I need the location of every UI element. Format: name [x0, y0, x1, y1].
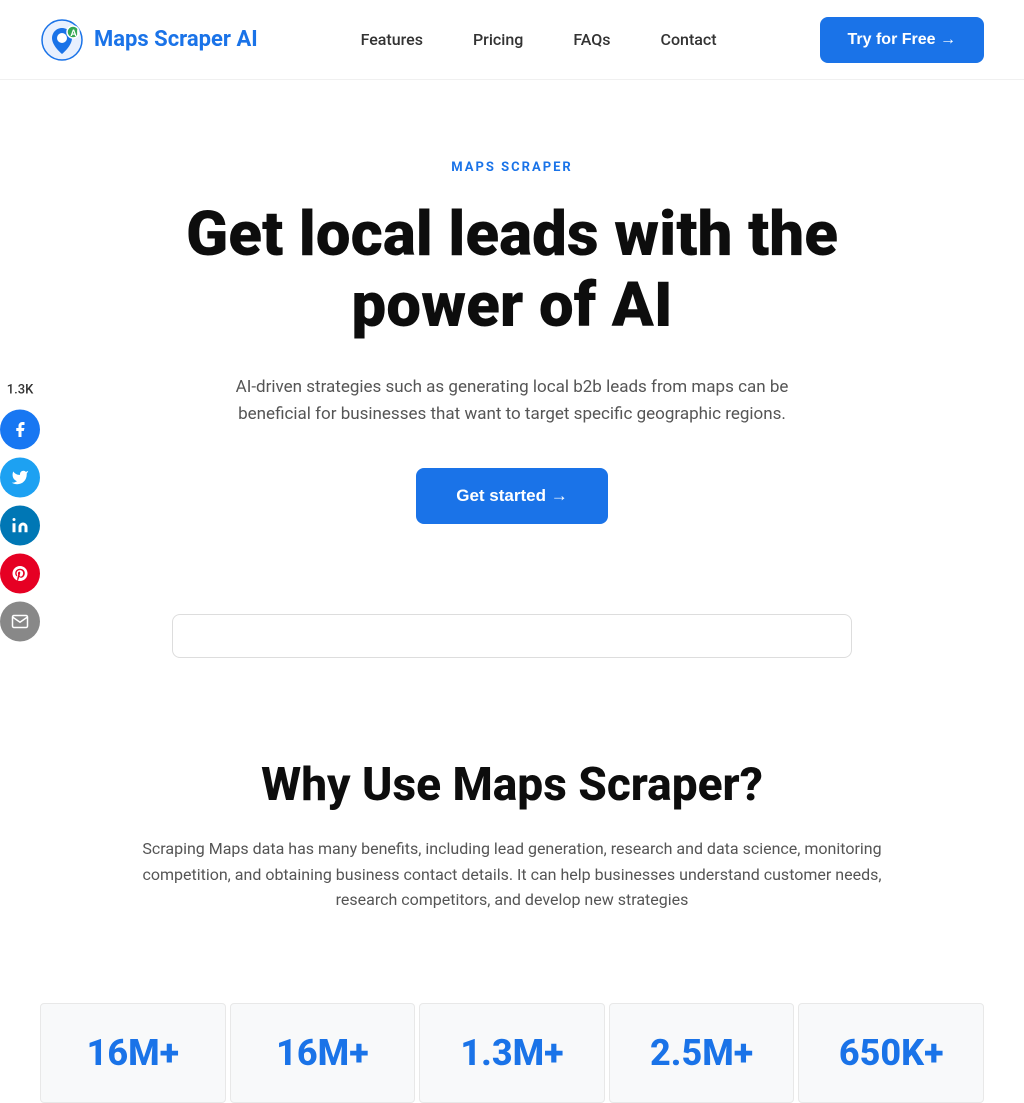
nav-faqs[interactable]: FAQs: [573, 30, 610, 49]
facebook-icon: [11, 421, 29, 439]
email-icon: [11, 613, 29, 631]
linkedin-icon: [11, 517, 29, 535]
get-started-button[interactable]: Get started →: [416, 468, 607, 524]
stat-number-3: 2.5M+: [630, 1032, 774, 1074]
why-title: Why Use Maps Scraper?: [40, 758, 984, 812]
stat-card-0: 16M+: [40, 1003, 226, 1103]
nav-logo[interactable]: AI Maps Scraper AI: [40, 18, 258, 62]
hero-title: Get local leads with the power of AI: [162, 199, 862, 342]
stat-card-2: 1.3M+: [419, 1003, 605, 1103]
stat-card-1: 16M+: [230, 1003, 416, 1103]
hero-subtitle: AI-driven strategies such as generating …: [212, 374, 812, 428]
social-sidebar: 1.3K: [0, 375, 40, 650]
nav-features[interactable]: Features: [361, 30, 423, 49]
why-section: Why Use Maps Scraper? Scraping Maps data…: [0, 678, 1024, 1003]
nav-contact[interactable]: Contact: [661, 30, 717, 49]
hero-badge: MAPS SCRAPER: [40, 160, 984, 175]
social-count: 1.3K: [7, 383, 34, 398]
stat-number-1: 16M+: [251, 1032, 395, 1074]
linkedin-share-button[interactable]: [0, 506, 40, 546]
facebook-share-button[interactable]: [0, 410, 40, 450]
stat-number-2: 1.3M+: [440, 1032, 584, 1074]
why-subtitle: Scraping Maps data has many benefits, in…: [112, 836, 912, 913]
twitter-icon: [11, 469, 29, 487]
try-for-free-button[interactable]: Try for Free →: [820, 17, 984, 63]
pinterest-icon: [11, 565, 29, 583]
hero-section: MAPS SCRAPER Get local leads with the po…: [0, 80, 1024, 564]
nav-pricing[interactable]: Pricing: [473, 30, 523, 49]
demo-bar-container: [132, 614, 892, 658]
stat-number-4: 650K+: [819, 1032, 963, 1074]
stat-card-4: 650K+: [798, 1003, 984, 1103]
demo-bar: [172, 614, 852, 658]
svg-text:AI: AI: [71, 29, 80, 39]
email-share-button[interactable]: [0, 602, 40, 642]
stats-row: 16M+ 16M+ 1.3M+ 2.5M+ 650K+: [40, 1003, 984, 1103]
logo-icon: AI: [40, 18, 84, 62]
stat-card-3: 2.5M+: [609, 1003, 795, 1103]
logo-text: Maps Scraper AI: [94, 27, 258, 52]
twitter-share-button[interactable]: [0, 458, 40, 498]
stat-number-0: 16M+: [61, 1032, 205, 1074]
nav-links: Features Pricing FAQs Contact: [361, 30, 717, 49]
navbar: AI Maps Scraper AI Features Pricing FAQs…: [0, 0, 1024, 80]
pinterest-share-button[interactable]: [0, 554, 40, 594]
